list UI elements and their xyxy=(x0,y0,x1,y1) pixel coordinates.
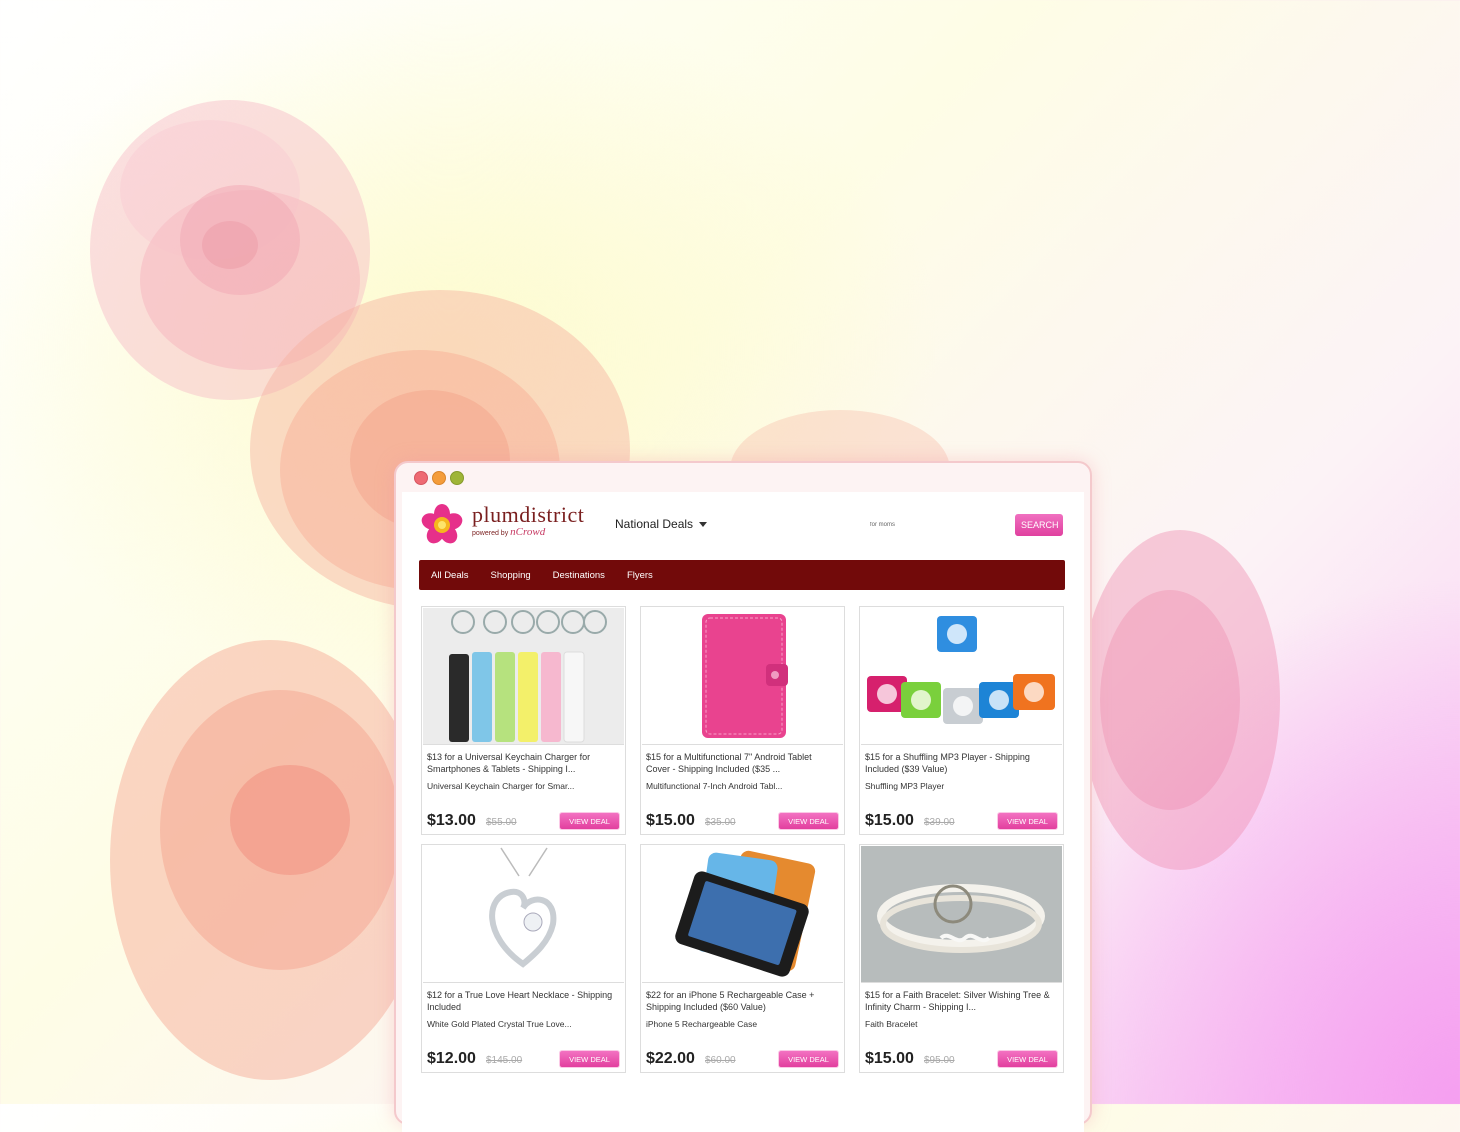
deal-image-tablet-cover[interactable] xyxy=(642,608,843,745)
deal-card[interactable]: $15 for a Multifunctional 7" Android Tab… xyxy=(640,606,845,835)
view-deal-button[interactable]: VIEW DEAL xyxy=(998,1051,1057,1067)
deal-subtitle: Multifunctional 7-Inch Android Tabl... xyxy=(646,781,783,791)
deal-title[interactable]: $22 for an iPhone 5 Rechargeable Case + … xyxy=(646,989,836,1013)
deal-subtitle: Shuffling MP3 Player xyxy=(865,781,945,791)
category-nav: All Deals Shopping Destinations Flyers xyxy=(419,560,1065,590)
web-page: plumdistrict powered by nCrowd National … xyxy=(402,492,1084,1132)
deal-title[interactable]: $15 for a Shuffling MP3 Player - Shippin… xyxy=(865,751,1055,775)
nav-item-destinations[interactable]: Destinations xyxy=(553,570,605,581)
flower-logo-icon xyxy=(421,504,463,544)
deal-card[interactable]: $13 for a Universal Keychain Charger for… xyxy=(421,606,626,835)
deal-price: $22.00 xyxy=(646,1050,695,1067)
deal-old-price: $95.00 xyxy=(924,1055,955,1066)
deal-card[interactable]: $22 for an iPhone 5 Rechargeable Case + … xyxy=(640,844,845,1073)
tablet-cover-image xyxy=(642,608,843,744)
deal-price: $13.00 xyxy=(427,812,476,829)
partner-name: nCrowd xyxy=(510,526,546,538)
deal-subtitle: iPhone 5 Rechargeable Case xyxy=(646,1019,758,1029)
powered-by-line: powered by nCrowd xyxy=(472,527,584,538)
logo-text: plumdistrict powered by nCrowd xyxy=(472,504,584,538)
deal-price: $15.00 xyxy=(865,1050,914,1067)
view-deal-button[interactable]: VIEW DEAL xyxy=(560,1051,619,1067)
deal-card[interactable]: $12 for a True Love Heart Necklace - Shi… xyxy=(421,844,626,1073)
brand-logo[interactable]: plumdistrict powered by nCrowd xyxy=(420,504,584,546)
caret-down-icon xyxy=(699,521,708,527)
search-input[interactable] xyxy=(870,518,1000,532)
deal-image-keychain-charger[interactable] xyxy=(423,608,624,745)
rose-bottom-left xyxy=(110,640,430,1080)
deal-old-price: $145.00 xyxy=(486,1055,523,1066)
deal-price: $15.00 xyxy=(865,812,914,829)
maximize-window-button[interactable] xyxy=(450,471,464,485)
deal-subtitle: White Gold Plated Crystal True Love... xyxy=(427,1019,572,1029)
deal-price: $15.00 xyxy=(646,812,695,829)
nav-item-all-deals[interactable]: All Deals xyxy=(431,570,469,581)
site-header: plumdistrict powered by nCrowd National … xyxy=(402,492,1084,558)
deal-title[interactable]: $15 for a Multifunctional 7" Android Tab… xyxy=(646,751,836,775)
heart-necklace-image xyxy=(423,846,624,982)
nav-item-flyers[interactable]: Flyers xyxy=(627,570,653,581)
deal-title[interactable]: $15 for a Faith Bracelet: Silver Wishing… xyxy=(865,989,1055,1013)
region-dropdown[interactable]: National Deals xyxy=(615,517,708,531)
deal-price: $12.00 xyxy=(427,1050,476,1067)
keychain-charger-image xyxy=(423,608,624,744)
deal-image-heart-necklace[interactable] xyxy=(423,846,624,983)
deal-card[interactable]: $15 for a Shuffling MP3 Player - Shippin… xyxy=(859,606,1064,835)
view-deal-button[interactable]: VIEW DEAL xyxy=(998,813,1057,829)
deal-title[interactable]: $12 for a True Love Heart Necklace - Shi… xyxy=(427,989,617,1013)
window-controls xyxy=(414,471,464,485)
deal-old-price: $35.00 xyxy=(705,817,736,828)
faith-bracelet-image xyxy=(861,846,1062,982)
close-window-button[interactable] xyxy=(414,471,428,485)
nav-item-shopping[interactable]: Shopping xyxy=(491,570,531,581)
browser-window: plumdistrict powered by nCrowd National … xyxy=(394,461,1092,1132)
deal-old-price: $60.00 xyxy=(705,1055,736,1066)
deal-old-price: $39.00 xyxy=(924,817,955,828)
rose-right xyxy=(1080,530,1280,870)
deal-old-price: $55.00 xyxy=(486,817,517,828)
view-deal-button[interactable]: VIEW DEAL xyxy=(560,813,619,829)
deal-subtitle: Faith Bracelet xyxy=(865,1019,918,1029)
brand-name: plumdistrict xyxy=(472,502,585,527)
deal-title[interactable]: $13 for a Universal Keychain Charger for… xyxy=(427,751,617,775)
deal-image-mp3-player[interactable] xyxy=(861,608,1062,745)
iphone-case-image xyxy=(642,846,843,982)
view-deal-button[interactable]: VIEW DEAL xyxy=(779,813,838,829)
powered-by-label: powered by xyxy=(472,530,509,537)
view-deal-button[interactable]: VIEW DEAL xyxy=(779,1051,838,1067)
deal-image-faith-bracelet[interactable] xyxy=(861,846,1062,983)
region-label: National Deals xyxy=(615,517,694,531)
deal-subtitle: Universal Keychain Charger for Smar... xyxy=(427,781,575,791)
search-button[interactable]: SEARCH xyxy=(1015,514,1063,536)
minimize-window-button[interactable] xyxy=(432,471,446,485)
mp3-player-image xyxy=(861,608,1062,744)
deal-image-iphone-case[interactable] xyxy=(642,846,843,983)
deal-card[interactable]: $15 for a Faith Bracelet: Silver Wishing… xyxy=(859,844,1064,1073)
